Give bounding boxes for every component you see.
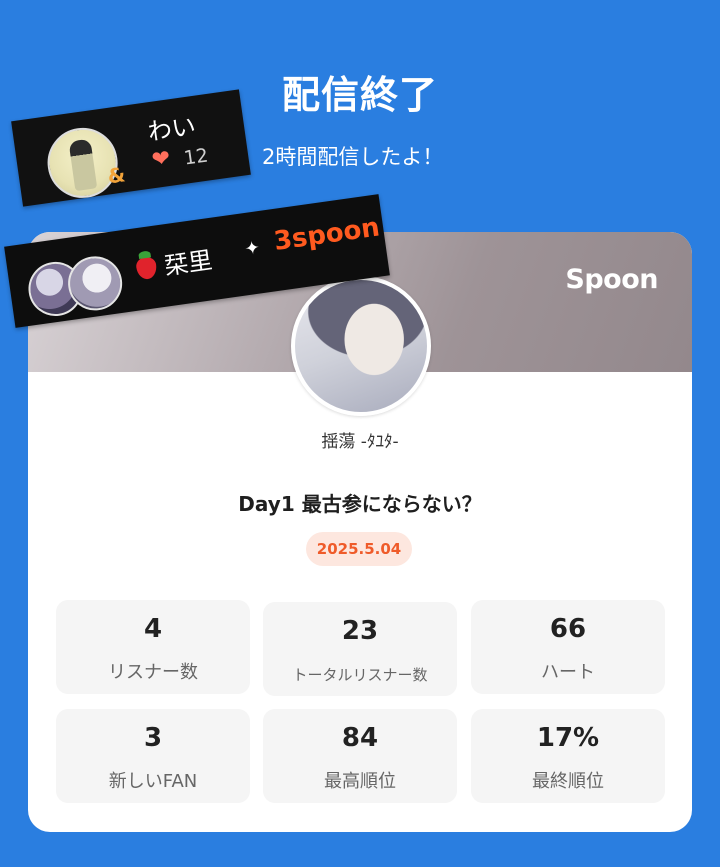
stat-label: 最終順位 [532,771,604,792]
date-badge: 2025.5.04 [306,532,412,566]
decoration-icon: & [106,162,127,189]
stat-value: 17% [536,723,600,753]
stat-value: 66 [549,614,587,644]
strawberry-icon [135,255,158,281]
sparkle-icon: ✦ [243,237,262,261]
stat-label: 最高順位 [324,771,396,792]
broadcast-title: Day1 最古参にならない？ [238,492,482,516]
broadcast-end-screen: 配信終了 2時間配信したよ！ Spoon 揺蕩 -ﾀﾕﾀ- Day1 最古参にな… [0,0,720,867]
host-avatar[interactable] [291,276,431,416]
stat-total-listeners: 23 トータルリスナー数 [263,602,457,696]
stat-label: ハート [541,662,595,683]
page-subtitle: 2時間配信したよ！ [262,145,444,169]
gifter-name: 栞里 [162,246,214,281]
stat-listeners: 4 リスナー数 [56,600,250,694]
stat-value: 3 [143,723,163,753]
stat-value: 23 [341,616,379,646]
spoon-amount: 3spoon [272,212,382,257]
listener-heart-count: 12 [182,144,210,170]
listener-avatar [43,123,123,203]
stat-new-fans: 3 新しいFAN [56,709,250,803]
stat-label: 新しいFAN [108,771,198,792]
stat-label: リスナー数 [108,662,198,683]
stat-value: 4 [143,614,163,644]
stat-highest-rank: 84 最高順位 [263,709,457,803]
brand-logo: Spoon [565,264,658,295]
listener-name: わい [146,111,198,147]
heart-icon: ❤ [150,145,172,174]
host-name: 揺蕩 -ﾀﾕﾀ- [321,432,399,452]
stat-final-rank: 17% 最終順位 [471,709,665,803]
stat-value: 84 [341,723,379,753]
broadcast-summary-card: Spoon 揺蕩 -ﾀﾕﾀ- Day1 最古参にならない？ 2025.5.04 … [28,232,692,832]
stat-label: トータルリスナー数 [292,666,428,684]
stat-hearts: 66 ハート [471,600,665,694]
